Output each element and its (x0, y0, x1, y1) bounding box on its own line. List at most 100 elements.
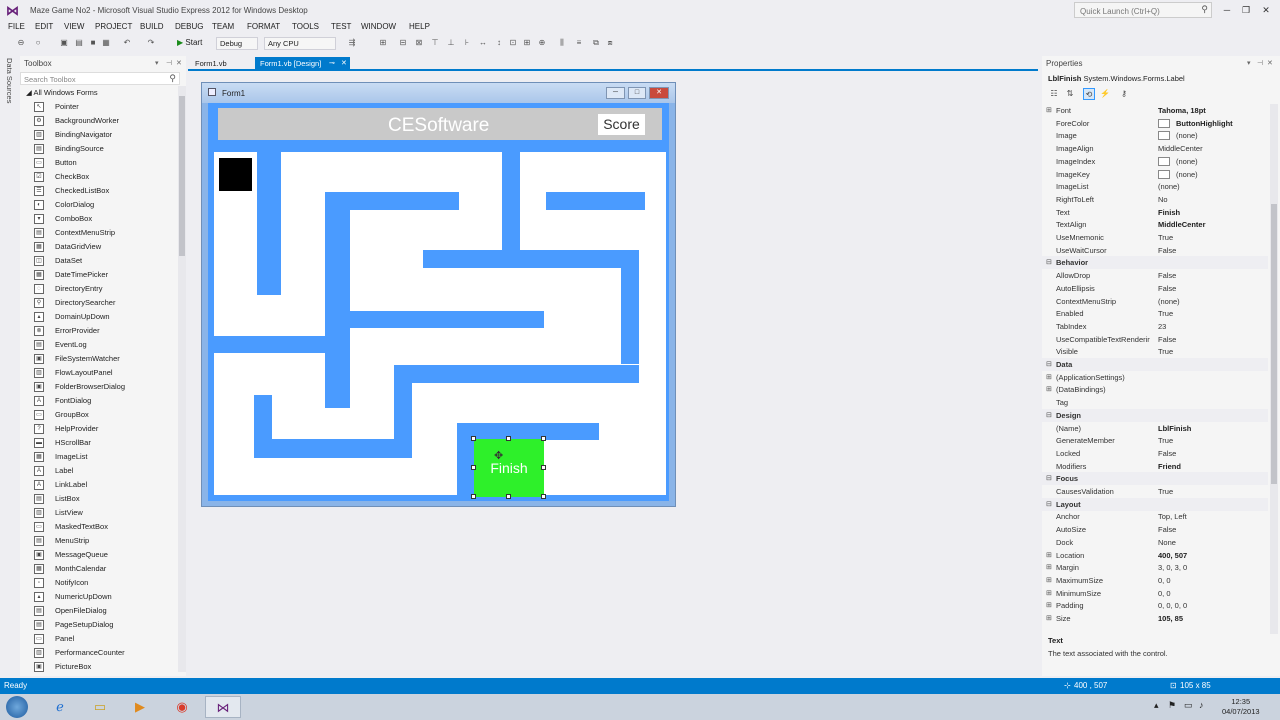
align-rights-icon[interactable]: ⊠ (414, 38, 424, 48)
properties-view-icon[interactable]: ⟲ (1083, 88, 1095, 100)
property-value[interactable]: 400, 507 (1158, 551, 1187, 560)
property-value[interactable]: Top, Left (1158, 512, 1187, 521)
property-value[interactable]: Friend (1158, 462, 1181, 471)
center-horizontally-icon[interactable]: ⫼ (557, 38, 567, 48)
properties-scroll-thumb[interactable] (1271, 204, 1277, 484)
property-value[interactable]: ButtonHighlight (1176, 119, 1233, 128)
toolbox-item[interactable]: ▤ MenuStrip (20, 534, 180, 548)
menu-help[interactable]: HELP (409, 22, 430, 31)
toolbox-item[interactable]: ⚙ BackgroundWorker (20, 114, 180, 128)
property-row[interactable]: ⊞ Size 105, 85 (1042, 612, 1268, 625)
menu-team[interactable]: TEAM (212, 22, 234, 31)
menu-test[interactable]: TEST (331, 22, 351, 31)
property-row[interactable]: Visible True (1042, 345, 1268, 358)
toolbox-item[interactable]: ◫ DataSet (20, 254, 180, 268)
back-icon[interactable]: ⊖ (16, 38, 26, 48)
chrome-icon[interactable]: ◉ (164, 696, 200, 718)
toolbox-item[interactable]: ▴ NumericUpDown (20, 590, 180, 604)
selection-handle[interactable] (541, 465, 546, 470)
maze-wall[interactable] (325, 192, 459, 210)
property-value[interactable]: 105, 85 (1158, 614, 1183, 623)
expand-icon[interactable]: ⊞ (1046, 385, 1052, 393)
toolbox-item[interactable]: ? HelpProvider (20, 422, 180, 436)
toolbox-item[interactable]: ▭ Button (20, 156, 180, 170)
property-row[interactable]: ⊞ Location 400, 507 (1042, 549, 1268, 562)
property-value[interactable]: 0, 0, 0, 0 (1158, 601, 1187, 610)
properties-scrollbar[interactable] (1270, 104, 1278, 634)
property-row[interactable]: ⊞ (DataBindings) (1042, 383, 1268, 396)
property-value[interactable]: Finish (1158, 208, 1180, 217)
selection-handle[interactable] (471, 436, 476, 441)
align-middles-icon[interactable]: ⊥ (446, 38, 456, 48)
property-value[interactable]: (none) (1176, 131, 1198, 140)
selected-object-selector[interactable]: LblFinish System.Windows.Forms.Label (1048, 74, 1185, 83)
property-row[interactable]: Text Finish (1042, 206, 1268, 219)
property-row[interactable]: AutoEllipsis False (1042, 282, 1268, 295)
make-same-width-icon[interactable]: ↔ (478, 38, 488, 48)
property-value[interactable]: False (1158, 284, 1176, 293)
toolbox-item[interactable]: ▦ DateTimePicker (20, 268, 180, 282)
menu-window[interactable]: WINDOW (361, 22, 396, 31)
property-value[interactable]: (none) (1176, 170, 1198, 179)
maze-wall[interactable] (423, 250, 639, 268)
toolbox-item[interactable]: A LinkLabel (20, 478, 180, 492)
expand-icon[interactable]: ⊞ (1046, 373, 1052, 381)
property-row[interactable]: AllowDrop False (1042, 269, 1268, 282)
toolbox-item[interactable]: ▤ ListBox (20, 492, 180, 506)
align-bottoms-icon[interactable]: ⊦ (462, 38, 472, 48)
property-row[interactable]: TextAlign MiddleCenter (1042, 218, 1268, 231)
alphabetical-icon[interactable]: ⇅ (1064, 88, 1076, 100)
platform-dropdown[interactable]: Any CPU (264, 37, 336, 50)
property-value[interactable]: 3, 0, 3, 0 (1158, 563, 1187, 572)
property-row[interactable]: TabIndex 23 (1042, 320, 1268, 333)
collapse-icon[interactable]: ⊟ (1046, 258, 1052, 266)
property-value[interactable]: MiddleCenter (1158, 220, 1206, 229)
bring-to-front-icon[interactable]: ⧉ (591, 38, 601, 48)
toolbox-item[interactable]: ▣ FileSystemWatcher (20, 352, 180, 366)
open-file-icon[interactable]: ▤ (74, 38, 84, 48)
volume-icon[interactable]: ♪ (1199, 700, 1204, 710)
property-row[interactable]: (Name) LblFinish (1042, 422, 1268, 435)
property-row[interactable]: Image (none) (1042, 129, 1268, 142)
maze-wall[interactable] (457, 423, 474, 497)
maze-wall[interactable] (457, 423, 599, 440)
maze-wall[interactable] (257, 152, 281, 295)
property-value[interactable]: 0, 0 (1158, 589, 1171, 598)
toolbox-item[interactable]: ▬ HScrollBar (20, 436, 180, 450)
spacing-icon[interactable]: ⊕ (537, 38, 547, 48)
maze-wall[interactable] (348, 311, 544, 328)
menu-file[interactable]: FILE (8, 22, 25, 31)
toolbox-item[interactable]: ▣ FolderBrowserDialog (20, 380, 180, 394)
toolbox-item[interactable]: ☰ CheckedListBox (20, 184, 180, 198)
score-label[interactable]: Score (598, 114, 645, 135)
property-value[interactable]: None (1158, 538, 1176, 547)
property-row[interactable]: ImageKey (none) (1042, 168, 1268, 181)
toolbox-item[interactable]: ▭ GroupBox (20, 408, 180, 422)
toolbox-item[interactable]: ▥ BindingNavigator (20, 128, 180, 142)
toolbox-item[interactable]: ▥ ListView (20, 506, 180, 520)
menu-debug[interactable]: DEBUG (175, 22, 203, 31)
expand-icon[interactable]: ⊞ (1046, 614, 1052, 622)
form1-window[interactable]: Form1 ─ □ ✕ CESoftware Score Finish ✥ (201, 82, 676, 507)
make-same-height-icon[interactable]: ↕ (494, 38, 504, 48)
align-centers-icon[interactable]: ⊟ (398, 38, 408, 48)
toolbox-item[interactable]: ▦ ImageList (20, 450, 180, 464)
make-same-size-icon[interactable]: ⊡ (508, 38, 518, 48)
property-value[interactable]: No (1158, 195, 1168, 204)
property-row[interactable]: ⊞ MaximumSize 0, 0 (1042, 574, 1268, 587)
new-project-icon[interactable]: ▣ (59, 38, 69, 48)
property-row[interactable]: ForeColor ButtonHighlight (1042, 117, 1268, 130)
save-all-icon[interactable]: ▦ (101, 38, 111, 48)
toolbox-item[interactable]: ▤ PageSetupDialog (20, 618, 180, 632)
toolbox-item[interactable]: ☑ CheckBox (20, 170, 180, 184)
forward-icon[interactable]: ○ (33, 38, 43, 48)
property-row[interactable]: ImageList (none) (1042, 180, 1268, 193)
tray-expand-icon[interactable]: ▴ (1154, 700, 1159, 711)
property-pages-icon[interactable]: ⚷ (1118, 88, 1130, 100)
selection-handle[interactable] (541, 494, 546, 499)
property-value[interactable]: False (1158, 525, 1176, 534)
toolbox-search-input[interactable]: Search Toolbox ⚲ (20, 72, 180, 85)
property-row[interactable]: ⊞ Padding 0, 0, 0, 0 (1042, 599, 1268, 612)
toolbox-dropdown-icon[interactable]: ▾ (155, 56, 159, 71)
player-box[interactable] (219, 158, 252, 191)
